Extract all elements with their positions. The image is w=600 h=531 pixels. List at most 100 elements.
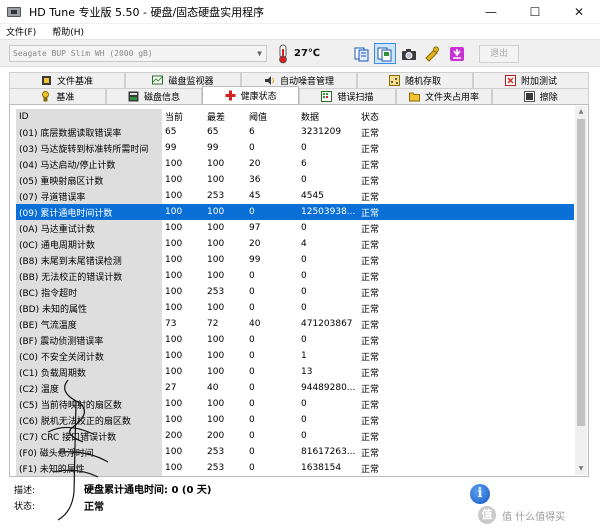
cell-data: 1638154	[301, 463, 342, 473]
table-row[interactable]: (BC) 指令超时 100 253 0 0 正常	[16, 284, 574, 300]
tab-benchmark[interactable]: 基准	[9, 88, 106, 104]
tab-erase[interactable]: 擦除	[492, 88, 590, 104]
table-row[interactable]: (03) 马达旋转到标准转所需时间 99 99 0 0 正常	[16, 140, 574, 156]
cell-status: 正常	[361, 224, 380, 235]
cell-threshold: 0	[249, 431, 255, 441]
tab-random-access[interactable]: 随机存取	[357, 72, 473, 88]
table-row[interactable]: (F0) 磁头悬浮时间 100 253 0 81617263... 正常	[16, 444, 574, 460]
cell-data: 13	[301, 367, 313, 377]
chevron-down-icon: ▼	[257, 49, 262, 58]
tab-file-benchmark[interactable]: 文件基准	[9, 72, 125, 88]
table-row[interactable]: (0C) 通电周期计数 100 100 20 4 正常	[16, 236, 574, 252]
cell-data: 0	[301, 415, 307, 425]
tab-label: 文件夹占用率	[425, 93, 480, 103]
tab-error-scan[interactable]: 错误扫描	[299, 88, 396, 104]
drive-select[interactable]: Seagate BUP Slim WH (2000 gB) ▼	[9, 45, 267, 62]
info-icon[interactable]: i	[470, 484, 490, 504]
copy-screenshot-button[interactable]	[374, 43, 396, 64]
table-row[interactable]: (0A) 马达重试计数 100 100 97 0 正常	[16, 220, 574, 236]
tab-extra-tests[interactable]: 附加测试	[473, 72, 589, 88]
menu-file[interactable]: 文件(F)	[6, 25, 36, 38]
table-row[interactable]: (C2) 温度 27 40 0 94489280... 正常	[16, 380, 574, 396]
table-row[interactable]: (F1) 未知的属性 100 253 0 1638154 正常	[16, 460, 574, 476]
table-row[interactable]: (C6) 脱机无法校正的扇区数 100 100 0 0 正常	[16, 412, 574, 428]
cell-status: 正常	[361, 384, 380, 395]
column-header-data[interactable]: 数据	[298, 109, 358, 124]
cell-data: 0	[301, 271, 307, 281]
tab-disk-info[interactable]: 磁盘信息	[105, 88, 203, 104]
cell-worst: 99	[207, 143, 219, 153]
scroll-thumb[interactable]	[577, 119, 585, 426]
close-button[interactable]: ✕	[560, 0, 598, 24]
copy-info-button[interactable]	[351, 43, 373, 64]
vertical-scrollbar[interactable]: ▲ ▼	[575, 106, 587, 475]
tab-label: 文件基准	[56, 77, 93, 87]
speaker-icon	[264, 76, 274, 85]
table-header-row: ID 当前 最差 阈值 数据 状态	[16, 109, 574, 124]
cell-threshold: 0	[249, 143, 255, 153]
cell-data: 0	[301, 335, 307, 345]
cell-worst: 253	[207, 463, 225, 473]
cell-data: 6	[301, 159, 307, 169]
disk-monitor-icon	[152, 75, 164, 85]
table-row[interactable]: (B8) 末尾到末尾错误检测 100 100 99 0 正常	[16, 252, 574, 268]
maximize-button[interactable]: ☐	[516, 0, 554, 24]
table-row[interactable]: (C7) CRC 接口错误计数 200 200 0 0 正常	[16, 428, 574, 444]
cell-current: 100	[165, 287, 183, 297]
cell-id: (C5) 当前待映射的扇区数	[16, 396, 162, 412]
table-row[interactable]: (04) 马达启动/停止计数 100 100 20 6 正常	[16, 156, 574, 172]
cell-id: (BC) 指令超时	[16, 284, 162, 300]
error-scan-icon	[321, 91, 333, 102]
cell-status: 正常	[361, 128, 380, 139]
cell-current: 200	[165, 431, 183, 441]
cell-threshold: 0	[249, 463, 255, 473]
column-header-worst[interactable]: 最差	[204, 109, 246, 124]
scroll-down-arrow-icon[interactable]: ▼	[575, 463, 587, 475]
table-row[interactable]: (09) 累计通电时间计数 100 100 0 12503938... 正常	[16, 204, 574, 220]
description-value: 硬盘累计通电时间: 0 (0 天)	[84, 485, 212, 496]
cell-id: (05) 重映射扇区计数	[16, 172, 162, 188]
table-row[interactable]: (BD) 未知的属性 100 100 0 0 正常	[16, 300, 574, 316]
column-header-threshold[interactable]: 阈值	[246, 109, 298, 124]
table-row[interactable]: (05) 重映射扇区计数 100 100 36 0 正常	[16, 172, 574, 188]
cell-current: 27	[165, 383, 177, 393]
cell-worst: 100	[207, 367, 225, 377]
cell-worst: 100	[204, 204, 246, 220]
options-button[interactable]	[421, 43, 443, 64]
table-row[interactable]: (C5) 当前待映射的扇区数 100 100 0 0 正常	[16, 396, 574, 412]
cell-id: (0A) 马达重试计数	[16, 220, 162, 236]
cell-current: 73	[165, 319, 177, 329]
tab-folder-usage[interactable]: 文件夹占用率	[395, 88, 493, 104]
column-header-id[interactable]: ID	[16, 109, 162, 124]
cell-id: (C0) 不安全关闭计数	[16, 348, 162, 364]
cell-threshold: 0	[249, 351, 255, 361]
scroll-up-arrow-icon[interactable]: ▲	[575, 106, 587, 118]
table-row[interactable]: (07) 寻道错误率 100 253 45 4545 正常	[16, 188, 574, 204]
cell-worst: 100	[207, 255, 225, 265]
save-button[interactable]	[446, 43, 468, 64]
cell-data: 0	[301, 175, 307, 185]
menu-help[interactable]: 帮助(H)	[52, 25, 84, 38]
tab-health[interactable]: 健康状态	[202, 86, 300, 104]
cell-id: (BD) 未知的属性	[16, 300, 162, 316]
cell-current: 100	[165, 335, 183, 345]
table-row[interactable]: (BB) 无法校正的错误计数 100 100 0 0 正常	[16, 268, 574, 284]
table-row[interactable]: (01) 底层数据读取错误率 65 65 6 3231209 正常	[16, 124, 574, 140]
table-row[interactable]: (BF) 震动侦测错误率 100 100 0 0 正常	[16, 332, 574, 348]
minimize-button[interactable]: —	[472, 0, 510, 24]
camera-button[interactable]	[398, 43, 420, 64]
cell-id: (BB) 无法校正的错误计数	[16, 268, 162, 284]
column-header-current[interactable]: 当前	[162, 109, 204, 124]
cell-data: 0	[301, 223, 307, 233]
cell-id: (B8) 末尾到末尾错误检测	[16, 252, 162, 268]
column-header-status[interactable]: 状态	[358, 109, 574, 124]
cell-id: (03) 马达旋转到标准转所需时间	[16, 140, 162, 156]
table-row[interactable]: (C1) 负载周期数 100 100 0 13 正常	[16, 364, 574, 380]
table-row[interactable]: (BE) 气流温度 73 72 40 471203867 正常	[16, 316, 574, 332]
table-row[interactable]: (C0) 不安全关闭计数 100 100 0 1 正常	[16, 348, 574, 364]
exit-button[interactable]: 退出	[479, 45, 519, 63]
cell-current: 100	[165, 415, 183, 425]
cell-status: 正常	[361, 320, 380, 331]
app-hdd-icon	[7, 6, 21, 17]
cell-threshold: 0	[249, 399, 255, 409]
